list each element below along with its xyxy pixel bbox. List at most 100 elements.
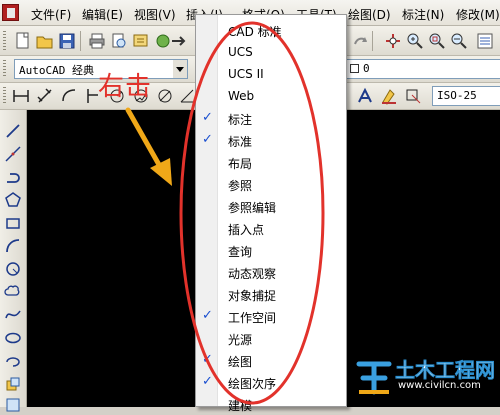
properties-icon[interactable] <box>476 32 494 50</box>
context-menu-item-label: 绘图 <box>228 355 253 369</box>
context-menu-item[interactable]: ✓ 绘图 <box>196 349 346 371</box>
context-menu-item-label: 对象捕捉 <box>228 289 277 303</box>
open-file-icon[interactable] <box>36 32 54 50</box>
menu-view[interactable]: 视图(V) <box>134 6 176 23</box>
redo-arrow-icon[interactable] <box>352 32 370 50</box>
context-menu-item-label: CAD 标准 <box>228 25 282 39</box>
context-menu-item-label: 建模 <box>228 399 253 413</box>
checkmark-icon: ✓ <box>202 110 213 125</box>
toolbar-grip[interactable] <box>3 31 6 51</box>
zoom-previous-icon[interactable] <box>450 32 468 50</box>
draw-toolbar <box>0 110 27 412</box>
diameter-dimension-icon[interactable] <box>156 87 174 105</box>
context-menu-item[interactable]: Web <box>196 85 346 107</box>
context-menu-item-label: 查询 <box>228 245 253 259</box>
context-menu-item[interactable]: 光源 <box>196 327 346 349</box>
context-menu-item[interactable]: CAD 标准 <box>196 19 346 41</box>
circle-icon[interactable] <box>4 260 22 278</box>
layer-combo-value: 0 <box>363 62 370 75</box>
menu-file[interactable]: 文件(F) <box>31 6 71 23</box>
aligned-dimension-icon[interactable] <box>36 87 54 105</box>
watermark: 土木工程网 www.civilcn.com <box>355 352 500 404</box>
toolbar-grip[interactable] <box>3 60 6 78</box>
publish-icon[interactable] <box>132 32 150 50</box>
context-menu-item-label: 插入点 <box>228 223 265 237</box>
context-menu-item-label: 动态观察 <box>228 267 277 281</box>
context-menu-item[interactable]: 插入点 <box>196 217 346 239</box>
context-menu-item[interactable]: 查询 <box>196 239 346 261</box>
zoom-realtime-icon[interactable] <box>406 32 424 50</box>
arc-length-icon[interactable] <box>60 87 78 105</box>
context-menu-item-label: 光源 <box>228 333 253 347</box>
dimension-edit-icon[interactable] <box>355 87 373 105</box>
menu-dimension[interactable]: 标注(N) <box>402 6 444 23</box>
context-menu-item-label: Web <box>228 89 255 103</box>
revision-cloud-icon[interactable] <box>4 283 22 301</box>
context-menu-item[interactable]: 参照编辑 <box>196 195 346 217</box>
context-menu-item[interactable]: 布局 <box>196 151 346 173</box>
ordinate-dimension-icon[interactable] <box>84 87 102 105</box>
construction-line-icon[interactable] <box>4 145 22 163</box>
context-menu-item[interactable]: 参照 <box>196 173 346 195</box>
context-menu-item[interactable]: ✓ 工作空间 <box>196 305 346 327</box>
print-icon[interactable] <box>88 32 106 50</box>
layer-combo[interactable]: 0 <box>345 59 500 79</box>
linear-dimension-icon[interactable] <box>12 87 30 105</box>
context-menu-item-label: 工作空间 <box>228 311 277 325</box>
context-menu-item[interactable]: 建模 <box>196 393 346 415</box>
context-menu-item[interactable]: 动态观察 <box>196 261 346 283</box>
arc-icon[interactable] <box>4 237 22 255</box>
save-icon[interactable] <box>58 32 76 50</box>
layer-color-swatch <box>350 64 359 73</box>
chevron-down-icon[interactable] <box>173 60 187 78</box>
workspace-combo[interactable]: AutoCAD 经典 <box>14 59 188 79</box>
context-menu-item[interactable]: ✓ 标注 <box>196 107 346 129</box>
rectangle-icon[interactable] <box>4 214 22 232</box>
checkmark-icon: ✓ <box>202 352 213 367</box>
pan-icon[interactable] <box>384 32 402 50</box>
dimension-update-icon[interactable] <box>404 87 422 105</box>
ellipse-arc-icon[interactable] <box>4 352 22 370</box>
watermark-site-name: 土木工程网 <box>395 358 496 383</box>
autocad-app-icon[interactable] <box>2 4 19 21</box>
toolbar-context-menu: CAD 标准 UCS UCS II Web ✓ 标注 ✓ 标准 布局 参照 参照编辑 插入点 查询 动态观… <box>195 14 347 413</box>
context-menu-item[interactable]: 对象捕捉 <box>196 283 346 305</box>
radius-dimension-icon[interactable] <box>108 87 126 105</box>
angular-dimension-icon[interactable] <box>178 87 196 105</box>
context-menu-item-label: 绘图次序 <box>228 377 277 391</box>
print-preview-icon[interactable] <box>110 32 128 50</box>
watermark-url: www.civilcn.com <box>398 380 481 391</box>
line-icon[interactable] <box>4 122 22 140</box>
workspace-combo-value: AutoCAD 经典 <box>19 64 94 77</box>
polygon-icon[interactable] <box>4 191 22 209</box>
dimension-text-edit-icon[interactable] <box>380 87 398 105</box>
context-menu-item[interactable]: UCS II <box>196 63 346 85</box>
ellipse-icon[interactable] <box>4 329 22 347</box>
watermark-logo-icon <box>356 361 392 395</box>
toolbar-grip[interactable] <box>3 87 6 105</box>
separator <box>80 31 81 51</box>
context-menu-item-label: 参照 <box>228 179 253 193</box>
dimension-style-combo[interactable]: ISO-25 <box>432 86 500 106</box>
menu-draw[interactable]: 绘图(D) <box>348 6 391 23</box>
polyline-icon[interactable] <box>4 168 22 186</box>
checkmark-icon: ✓ <box>202 308 213 323</box>
context-menu-item-label: UCS <box>228 45 253 59</box>
make-block-icon[interactable] <box>4 396 22 414</box>
menu-modify[interactable]: 修改(M) <box>456 6 500 23</box>
menu-edit[interactable]: 编辑(E) <box>82 6 123 23</box>
context-menu-item-label: 参照编辑 <box>228 201 277 215</box>
context-menu-item-label: 标准 <box>228 135 253 149</box>
dimension-style-value: ISO-25 <box>437 89 477 102</box>
insert-block-icon[interactable] <box>4 375 22 393</box>
context-menu-item[interactable]: ✓ 标准 <box>196 129 346 151</box>
jogged-dimension-icon[interactable] <box>132 87 150 105</box>
context-menu-item[interactable]: UCS <box>196 41 346 63</box>
checkmark-icon: ✓ <box>202 374 213 389</box>
new-file-icon[interactable] <box>14 32 32 50</box>
context-menu-item-label: 布局 <box>228 157 253 171</box>
spline-icon[interactable] <box>4 306 22 324</box>
etransmit-icon[interactable] <box>170 32 188 50</box>
zoom-window-icon[interactable] <box>428 32 446 50</box>
context-menu-item[interactable]: ✓ 绘图次序 <box>196 371 346 393</box>
